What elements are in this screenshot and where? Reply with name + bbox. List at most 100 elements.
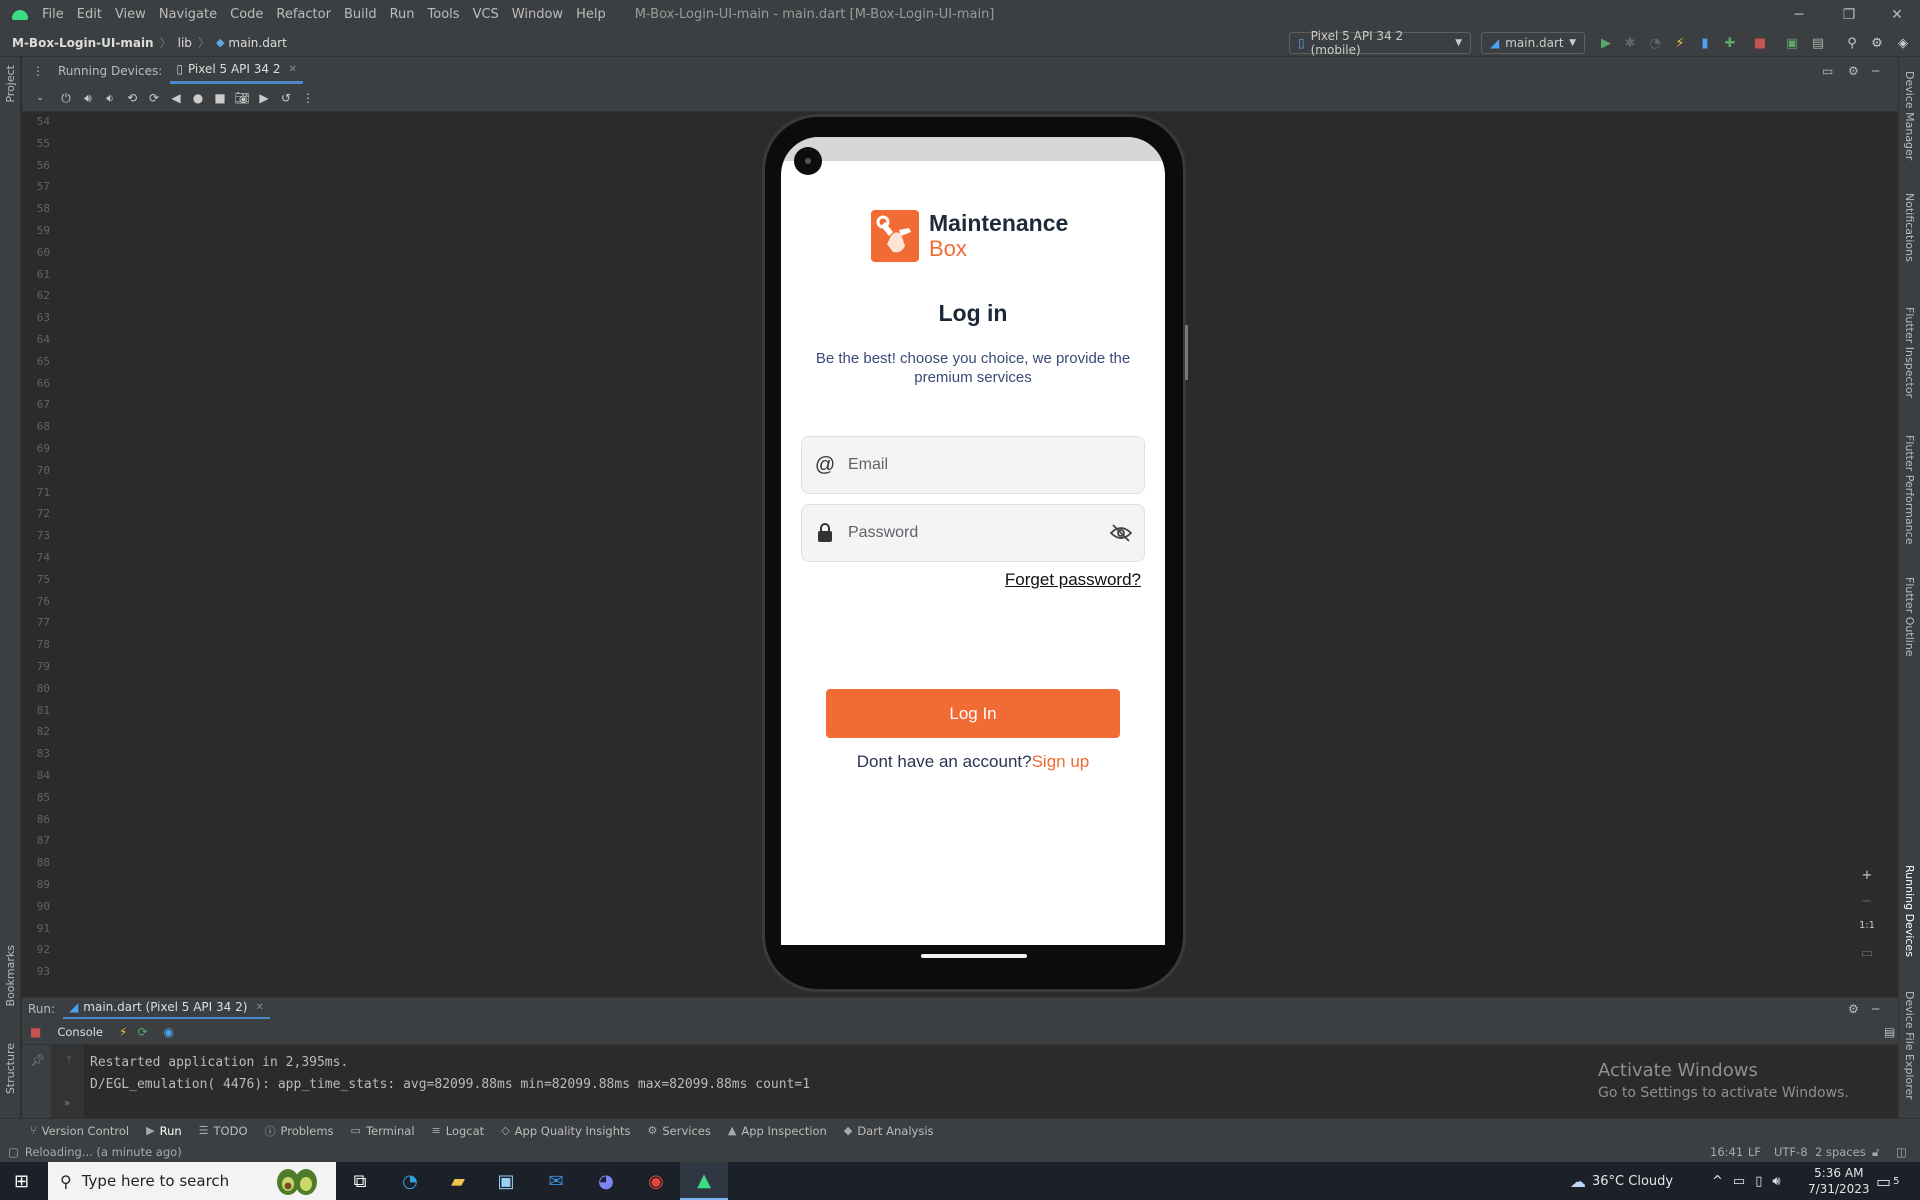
- more-options-icon[interactable]: ⋮: [300, 90, 316, 106]
- sdk-manager-icon[interactable]: ▤: [1810, 35, 1826, 51]
- signup-link[interactable]: Sign up: [1032, 752, 1090, 771]
- window-layout-icon[interactable]: ▭: [1822, 64, 1833, 78]
- more-options-icon[interactable]: ⋮: [32, 64, 44, 78]
- task-view-icon[interactable]: ⧉: [336, 1162, 384, 1200]
- breadcrumb-folder[interactable]: lib: [178, 36, 192, 50]
- notifications-tool-tab[interactable]: Notifications: [1903, 193, 1916, 262]
- file-encoding[interactable]: UTF-8: [1774, 1145, 1808, 1159]
- menu-code[interactable]: Code: [230, 7, 263, 22]
- devtools-icon[interactable]: ◉: [164, 1025, 174, 1039]
- structure-tool-tab[interactable]: Structure: [4, 1043, 17, 1094]
- device-file-explorer-tool-tab[interactable]: Device File Explorer: [1903, 991, 1916, 1100]
- zoom-fit-icon[interactable]: ▭: [1853, 946, 1881, 968]
- hot-restart-icon[interactable]: ⟳: [137, 1025, 147, 1039]
- edge-browser-icon[interactable]: ◔: [386, 1162, 434, 1200]
- visibility-off-icon[interactable]: [1109, 523, 1133, 546]
- hide-panel-icon[interactable]: ─: [1872, 1002, 1879, 1016]
- tab-logcat[interactable]: ≡ Logcat: [432, 1124, 485, 1138]
- gesture-nav-bar[interactable]: [921, 954, 1027, 958]
- taskbar-search-box[interactable]: ⚲ Type here to search: [48, 1162, 336, 1200]
- tab-problems[interactable]: ⓘ Problems: [265, 1123, 334, 1139]
- gear-icon[interactable]: ⚙: [1869, 35, 1885, 51]
- close-icon[interactable]: ✕: [255, 1002, 263, 1013]
- device-manager-icon[interactable]: ▣: [1784, 35, 1800, 51]
- microsoft-store-icon[interactable]: ▣: [482, 1162, 530, 1200]
- menu-run[interactable]: Run: [390, 7, 415, 22]
- close-window-button[interactable]: ✕: [1874, 0, 1920, 29]
- gear-icon[interactable]: ⚙: [1848, 64, 1859, 78]
- run-config-selector[interactable]: ◢ main.dart ▼: [1481, 32, 1585, 54]
- menu-tools[interactable]: Tools: [428, 7, 460, 22]
- attach-debugger-icon[interactable]: ✚: [1722, 35, 1738, 51]
- gear-icon[interactable]: ⚙: [1848, 1002, 1859, 1016]
- password-field[interactable]: Password: [801, 504, 1145, 562]
- flutter-inspector-tool-tab[interactable]: Flutter Inspector: [1903, 307, 1916, 398]
- tab-todo[interactable]: ☰ TODO: [199, 1124, 248, 1138]
- lock-icon[interactable]: 🔓︎: [1872, 1145, 1879, 1160]
- volume-down-icon[interactable]: 🔉︎: [102, 90, 118, 106]
- device-manager-tool-tab[interactable]: Device Manager: [1903, 71, 1916, 160]
- chevron-up-icon[interactable]: ^: [1712, 1174, 1723, 1189]
- close-icon[interactable]: ✕: [288, 64, 296, 75]
- stop-icon[interactable]: ■: [1752, 35, 1768, 51]
- home-icon[interactable]: ●: [190, 90, 206, 106]
- cursor-position[interactable]: 16:41: [1710, 1145, 1743, 1159]
- android-studio-icon[interactable]: ▲: [680, 1162, 728, 1200]
- tab-services[interactable]: ⚙ Services: [647, 1124, 710, 1138]
- profile-icon[interactable]: ◔: [1647, 35, 1663, 51]
- chrome-icon[interactable]: ◉: [632, 1162, 680, 1200]
- tab-terminal[interactable]: ▭ Terminal: [351, 1124, 415, 1138]
- meet-now-icon[interactable]: ▭: [1733, 1174, 1745, 1189]
- pin-icon[interactable]: 📌︎: [30, 1053, 45, 1067]
- menu-window[interactable]: Window: [512, 7, 563, 22]
- screen-record-icon[interactable]: ▶: [256, 90, 272, 106]
- arrow-up-icon[interactable]: ↑: [64, 1053, 74, 1067]
- weather-widget[interactable]: ☁ 36°C Cloudy: [1570, 1162, 1673, 1200]
- rotate-right-icon[interactable]: ⟳: [146, 90, 162, 106]
- flutter-attach-icon[interactable]: ▮: [1697, 35, 1713, 51]
- menu-navigate[interactable]: Navigate: [159, 7, 217, 22]
- power-icon[interactable]: ⏻: [58, 90, 74, 106]
- zoom-out-button[interactable]: −: [1853, 894, 1881, 916]
- menu-help[interactable]: Help: [576, 7, 606, 22]
- windows-start-icon[interactable]: ⊞: [14, 1171, 29, 1192]
- notification-center[interactable]: ▭ 5: [1876, 1162, 1900, 1200]
- discord-icon[interactable]: ◕: [582, 1162, 630, 1200]
- volume-icon[interactable]: 🔊︎: [1772, 1174, 1780, 1189]
- restore-button[interactable]: ❐: [1826, 0, 1872, 29]
- tab-app-quality-insights[interactable]: ◇ App Quality Insights: [501, 1124, 630, 1138]
- screenshot-icon[interactable]: 📷︎: [234, 90, 250, 106]
- network-icon[interactable]: ▯: [1755, 1174, 1762, 1189]
- run-tab[interactable]: ◢ main.dart (Pixel 5 API 34 2) ✕: [63, 998, 270, 1020]
- flutter-performance-tool-tab[interactable]: Flutter Performance: [1903, 435, 1916, 544]
- menu-file[interactable]: File: [42, 7, 64, 22]
- device-tab[interactable]: ▯ Pixel 5 API 34 2 ✕: [170, 57, 303, 84]
- debug-icon[interactable]: ✱: [1622, 35, 1638, 51]
- forgot-password-link[interactable]: Forget password?: [1005, 570, 1141, 590]
- reset-icon[interactable]: ↺: [278, 90, 294, 106]
- menu-build[interactable]: Build: [344, 7, 377, 22]
- bookmarks-tool-tab[interactable]: Bookmarks: [4, 945, 17, 1006]
- expand-icon[interactable]: »: [64, 1098, 70, 1109]
- rotate-left-icon[interactable]: ⟲: [124, 90, 140, 106]
- zoom-actual-size-button[interactable]: 1:1: [1853, 920, 1881, 942]
- minimize-button[interactable]: ─: [1776, 0, 1822, 29]
- memory-indicator-icon[interactable]: ◫: [1896, 1145, 1907, 1159]
- indent-setting[interactable]: 2 spaces: [1815, 1145, 1866, 1159]
- zoom-in-button[interactable]: +: [1853, 868, 1881, 890]
- console-tab[interactable]: Console: [57, 1025, 103, 1039]
- tab-dart-analysis[interactable]: ◆ Dart Analysis: [844, 1124, 934, 1138]
- menu-vcs[interactable]: VCS: [473, 7, 499, 22]
- back-icon[interactable]: ◀: [168, 90, 184, 106]
- settings-sync-icon[interactable]: ◈: [1895, 35, 1911, 51]
- menu-edit[interactable]: Edit: [77, 7, 102, 22]
- flutter-outline-tool-tab[interactable]: Flutter Outline: [1903, 577, 1916, 657]
- breadcrumb-project[interactable]: M-Box-Login-UI-main: [12, 36, 154, 50]
- tab-app-inspection[interactable]: ▲ App Inspection: [728, 1124, 827, 1138]
- stop-icon[interactable]: ■: [30, 1025, 41, 1039]
- run-icon[interactable]: ▶: [1598, 35, 1614, 51]
- file-explorer-icon[interactable]: ▰: [434, 1162, 482, 1200]
- device-selector[interactable]: ▯ Pixel 5 API 34 2 (mobile) ▼: [1289, 29, 1471, 57]
- volume-up-icon[interactable]: 🔊︎: [80, 90, 96, 106]
- tab-version-control[interactable]: ⑂ Version Control: [30, 1124, 129, 1138]
